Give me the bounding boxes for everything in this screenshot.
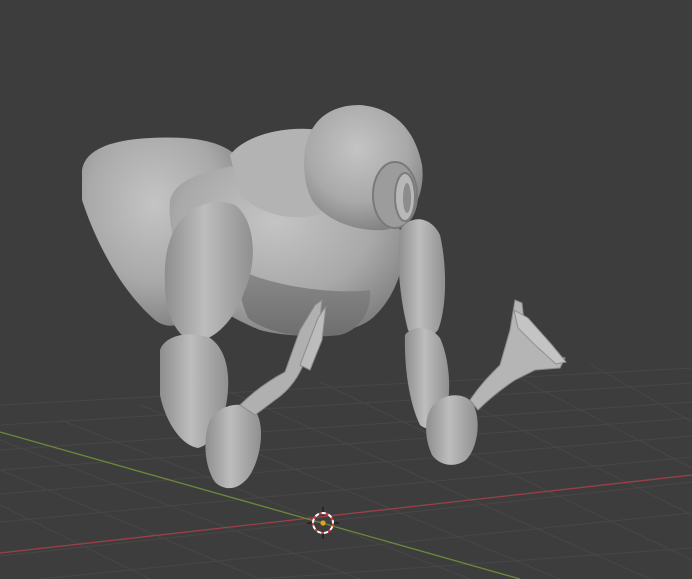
3d-cursor-icon[interactable] [307,507,339,539]
robot-mesh[interactable] [82,105,567,489]
floor-grid [0,363,692,579]
3d-viewport[interactable] [0,0,692,579]
origin-dot [320,520,326,526]
viewport-canvas [0,105,692,579]
